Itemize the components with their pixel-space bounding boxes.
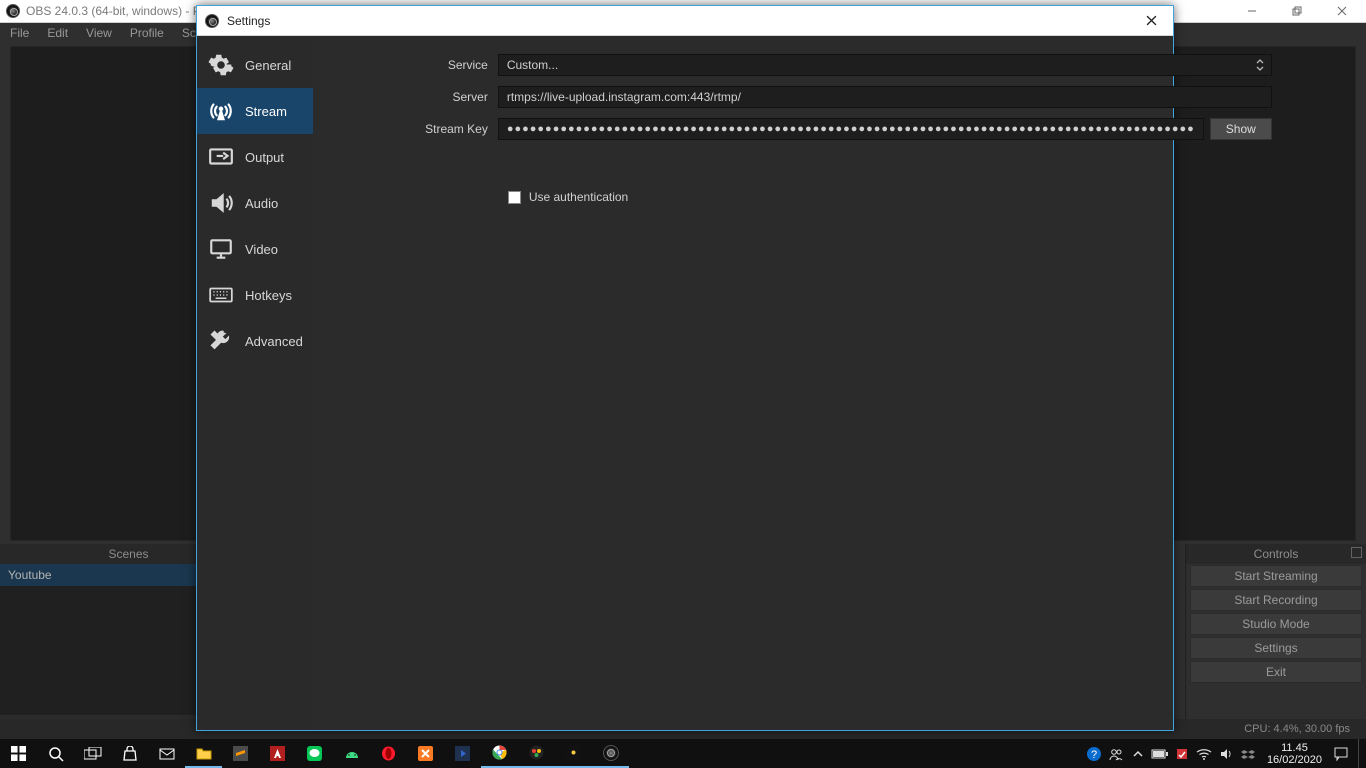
taskbar-app-generic3[interactable] (555, 739, 592, 768)
settings-sidebar: General Stream Output Audio (197, 36, 313, 730)
tools-icon (207, 327, 235, 355)
settings-nav-video[interactable]: Video (197, 226, 313, 272)
taskbar-app-store[interactable] (111, 739, 148, 768)
tray-security-icon[interactable] (1173, 739, 1191, 768)
taskbar-app-line[interactable] (296, 739, 333, 768)
obs-logo-icon (6, 4, 20, 18)
service-label: Service (323, 58, 498, 72)
speaker-icon (207, 189, 235, 217)
service-value: Custom... (507, 58, 558, 72)
nav-label: General (245, 58, 291, 73)
taskbar-clock[interactable]: 11.45 16/02/2020 (1261, 740, 1328, 768)
task-view-button[interactable] (74, 739, 111, 768)
settings-titlebar[interactable]: Settings (197, 6, 1173, 36)
output-icon (207, 143, 235, 171)
settings-nav-output[interactable]: Output (197, 134, 313, 180)
server-input[interactable] (498, 86, 1272, 108)
minimize-button[interactable] (1229, 0, 1274, 22)
start-button[interactable] (0, 739, 37, 768)
taskbar-app-sublime[interactable] (222, 739, 259, 768)
use-authentication-checkbox[interactable] (508, 191, 521, 204)
maximize-button[interactable] (1274, 0, 1319, 22)
search-button[interactable] (37, 739, 74, 768)
settings-close-button[interactable] (1129, 6, 1173, 36)
tray-wifi-icon[interactable] (1195, 739, 1213, 768)
taskbar-app-opera[interactable] (370, 739, 407, 768)
taskbar-app-generic1[interactable] (444, 739, 481, 768)
dropdown-arrows-icon (1253, 58, 1267, 72)
tray-people-icon[interactable] (1107, 739, 1125, 768)
settings-content-stream: Service Custom... Server Stream (313, 36, 1294, 730)
clock-time: 11.45 (1267, 742, 1322, 754)
tray-dropbox-icon[interactable] (1239, 739, 1257, 768)
stream-key-mask: ●●●●●●●●●●●●●●●●●●●●●●●●●●●●●●●●●●●●●●●●… (507, 123, 1195, 135)
windows-taskbar: ? 11.45 16/02/2020 (0, 739, 1366, 768)
tray-chevron-up-icon[interactable] (1129, 739, 1147, 768)
close-button[interactable] (1319, 0, 1364, 22)
nav-label: Video (245, 242, 278, 257)
stream-key-input[interactable]: ●●●●●●●●●●●●●●●●●●●●●●●●●●●●●●●●●●●●●●●●… (498, 118, 1204, 140)
nav-label: Hotkeys (245, 288, 292, 303)
server-label: Server (323, 90, 498, 104)
taskbar-app-xampp[interactable] (407, 739, 444, 768)
keyboard-icon (207, 281, 235, 309)
settings-obs-logo-icon (205, 14, 219, 28)
show-stream-key-button[interactable]: Show (1210, 118, 1272, 140)
tray-volume-icon[interactable] (1217, 739, 1235, 768)
nav-label: Stream (245, 104, 287, 119)
tray-help-icon[interactable]: ? (1085, 739, 1103, 768)
clock-date: 16/02/2020 (1267, 754, 1322, 766)
taskbar-app-explorer[interactable] (185, 739, 222, 768)
stream-key-label: Stream Key (323, 122, 498, 136)
settings-nav-audio[interactable]: Audio (197, 180, 313, 226)
settings-nav-hotkeys[interactable]: Hotkeys (197, 272, 313, 318)
svg-text:?: ? (1091, 749, 1097, 761)
settings-nav-advanced[interactable]: Advanced (197, 318, 313, 364)
use-authentication-label: Use authentication (529, 190, 628, 204)
antenna-icon (207, 97, 235, 125)
nav-label: Audio (245, 196, 278, 211)
taskbar-app-obs[interactable] (592, 739, 629, 768)
taskbar-app-android[interactable] (333, 739, 370, 768)
action-center-icon[interactable] (1332, 739, 1350, 768)
settings-nav-general[interactable]: General (197, 42, 313, 88)
nav-label: Output (245, 150, 284, 165)
taskbar-app-mail[interactable] (148, 739, 185, 768)
tray-battery-icon[interactable] (1151, 739, 1169, 768)
taskbar-app-generic2[interactable] (518, 739, 555, 768)
main-window-title: OBS 24.0.3 (64-bit, windows) - P (26, 4, 201, 18)
gear-icon (207, 51, 235, 79)
settings-title: Settings (227, 14, 270, 28)
monitor-icon (207, 235, 235, 263)
nav-label: Advanced (245, 334, 303, 349)
settings-dialog: Settings General Stream (196, 5, 1174, 731)
settings-nav-stream[interactable]: Stream (197, 88, 313, 134)
taskbar-app-adobe[interactable] (259, 739, 296, 768)
show-desktop-button[interactable] (1358, 739, 1364, 768)
service-dropdown[interactable]: Custom... (498, 54, 1272, 76)
taskbar-app-chrome[interactable] (481, 739, 518, 768)
